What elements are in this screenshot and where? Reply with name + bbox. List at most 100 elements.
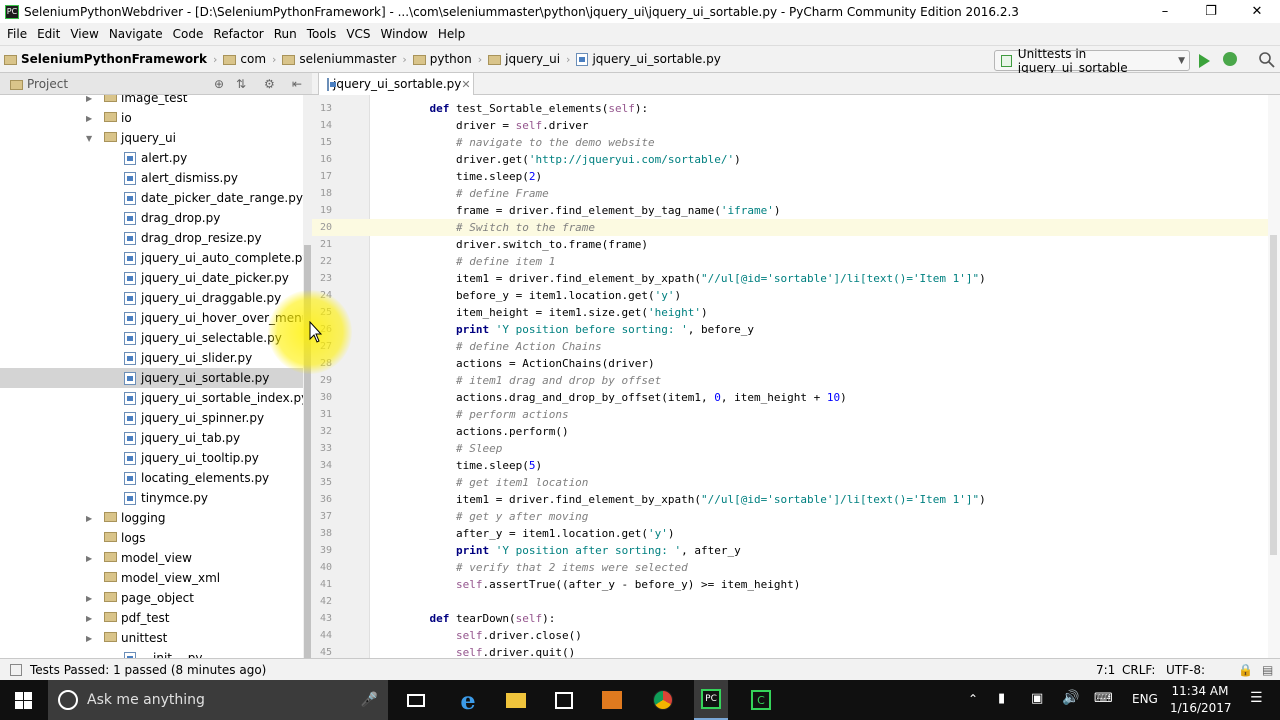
collapse-arrow-icon[interactable]: ▶ bbox=[86, 634, 92, 643]
tree-file[interactable]: locating_elements.py bbox=[0, 468, 303, 488]
menu-view[interactable]: View bbox=[65, 27, 103, 41]
tree-folder[interactable]: ▶ pdf_test bbox=[0, 608, 303, 628]
breadcrumb-item[interactable]: python bbox=[409, 52, 476, 66]
code-line[interactable]: 21 driver.switch_to.frame(frame) bbox=[312, 236, 1268, 253]
code-line[interactable]: 26 print 'Y position before sorting: ', … bbox=[312, 321, 1268, 338]
code-line[interactable]: 28 actions = ActionChains(driver) bbox=[312, 355, 1268, 372]
menu-vcs[interactable]: VCS bbox=[341, 27, 375, 41]
tree-file[interactable]: __init__.py bbox=[0, 648, 303, 658]
tool-windows-icon[interactable] bbox=[10, 663, 22, 676]
code-line[interactable]: 24 before_y = item1.location.get('y') bbox=[312, 287, 1268, 304]
camtasia-icon[interactable]: C bbox=[744, 680, 778, 720]
code-line[interactable]: 41 self.assertTrue((after_y - before_y) … bbox=[312, 576, 1268, 593]
tree-folder[interactable]: ▼ jquery_ui bbox=[0, 128, 303, 148]
breadcrumb-item[interactable]: jquery_ui_sortable.py bbox=[572, 52, 724, 66]
volume-icon[interactable]: 🔊 bbox=[1062, 690, 1079, 706]
tree-file[interactable]: alert.py bbox=[0, 148, 303, 168]
code-line[interactable]: 27 # define Action Chains bbox=[312, 338, 1268, 355]
tree-file[interactable]: jquery_ui_sortable_index.py bbox=[0, 388, 303, 408]
code-line[interactable]: 15 # navigate to the demo website bbox=[312, 134, 1268, 151]
code-line[interactable]: 36 item1 = driver.find_element_by_xpath(… bbox=[312, 491, 1268, 508]
action-center-icon[interactable]: ☰ bbox=[1250, 690, 1263, 706]
keyboard-icon[interactable]: ⌨ bbox=[1094, 691, 1113, 706]
project-view-selector[interactable]: Project bbox=[10, 77, 68, 91]
code-line[interactable]: 38 after_y = item1.location.get('y') bbox=[312, 525, 1268, 542]
pycharm-taskbar-icon[interactable]: PC bbox=[694, 680, 728, 720]
collapse-arrow-icon[interactable]: ▶ bbox=[86, 614, 92, 623]
file-encoding[interactable]: UTF-8: bbox=[1166, 663, 1205, 677]
menu-window[interactable]: Window bbox=[376, 27, 433, 41]
gear-icon[interactable]: ⚙ bbox=[264, 77, 275, 91]
edge-icon[interactable]: e bbox=[452, 680, 484, 720]
sync-icon[interactable]: ⊕ bbox=[214, 77, 224, 91]
run-configuration-select[interactable]: Unittests in jquery_ui_sortable ▼ bbox=[994, 47, 1190, 75]
lock-icon[interactable]: 🔒 bbox=[1238, 663, 1253, 677]
windows-start-icon[interactable] bbox=[15, 692, 32, 709]
code-line[interactable]: 23 item1 = driver.find_element_by_xpath(… bbox=[312, 270, 1268, 287]
code-line[interactable]: 35 # get item1 location bbox=[312, 474, 1268, 491]
editor-scrollbar[interactable] bbox=[1268, 95, 1280, 658]
code-line[interactable]: 33 # Sleep bbox=[312, 440, 1268, 457]
event-log-icon[interactable]: ▤ bbox=[1262, 663, 1273, 677]
tree-file[interactable]: jquery_ui_hover_over_menu.py bbox=[0, 308, 303, 328]
debug-icon[interactable] bbox=[1223, 52, 1237, 66]
collapse-arrow-icon[interactable]: ▶ bbox=[86, 594, 92, 603]
code-line[interactable]: 14 driver = self.driver bbox=[312, 117, 1268, 134]
tree-folder[interactable]: model_view_xml bbox=[0, 568, 303, 588]
line-separator[interactable]: CRLF: bbox=[1122, 663, 1155, 677]
tree-file[interactable]: drag_drop_resize.py bbox=[0, 228, 303, 248]
collapse-arrow-icon[interactable]: ▶ bbox=[86, 95, 92, 103]
hide-panel-icon[interactable]: ⇤ bbox=[292, 77, 302, 91]
tree-file[interactable]: jquery_ui_tab.py bbox=[0, 428, 303, 448]
menu-edit[interactable]: Edit bbox=[32, 27, 65, 41]
restore-button[interactable]: ❐ bbox=[1188, 0, 1234, 23]
menu-tools[interactable]: Tools bbox=[302, 27, 342, 41]
code-line[interactable]: 31 # perform actions bbox=[312, 406, 1268, 423]
file-explorer-icon[interactable] bbox=[500, 680, 532, 720]
tree-file[interactable]: jquery_ui_draggable.py bbox=[0, 288, 303, 308]
code-line[interactable]: 40 # verify that 2 items were selected bbox=[312, 559, 1268, 576]
code-line[interactable]: 22 # define item 1 bbox=[312, 253, 1268, 270]
code-line[interactable]: 16 driver.get('http://jqueryui.com/sorta… bbox=[312, 151, 1268, 168]
breadcrumb-item[interactable]: jquery_ui bbox=[484, 52, 564, 66]
tree-file[interactable]: alert_dismiss.py bbox=[0, 168, 303, 188]
menu-code[interactable]: Code bbox=[168, 27, 209, 41]
expand-arrow-icon[interactable]: ▼ bbox=[86, 134, 92, 143]
breadcrumb-item[interactable]: seleniummaster bbox=[278, 52, 400, 66]
code-line[interactable]: 45 self.driver.quit() bbox=[312, 644, 1268, 658]
tab-jquery-ui-sortable[interactable]: jquery_ui_sortable.py ✕ bbox=[318, 73, 474, 95]
code-line[interactable]: 29 # item1 drag and drop by offset bbox=[312, 372, 1268, 389]
close-tab-icon[interactable]: ✕ bbox=[461, 78, 470, 91]
media-player-icon[interactable] bbox=[596, 680, 628, 720]
tree-folder[interactable]: ▶ io bbox=[0, 108, 303, 128]
breadcrumb-item[interactable]: com bbox=[219, 52, 270, 66]
microphone-icon[interactable]: 🎤 bbox=[361, 692, 378, 708]
code-line[interactable]: 20 # Switch to the frame bbox=[312, 219, 1268, 236]
menu-file[interactable]: File bbox=[2, 27, 32, 41]
tree-file[interactable]: jquery_ui_spinner.py bbox=[0, 408, 303, 428]
task-view-icon[interactable] bbox=[400, 680, 432, 720]
tree-file[interactable]: jquery_ui_tooltip.py bbox=[0, 448, 303, 468]
close-button[interactable]: ✕ bbox=[1234, 0, 1280, 23]
collapse-arrow-icon[interactable]: ▶ bbox=[86, 114, 92, 123]
tree-file[interactable]: drag_drop.py bbox=[0, 208, 303, 228]
chrome-icon[interactable] bbox=[646, 680, 680, 720]
tree-folder[interactable]: ▶ image_test bbox=[0, 95, 303, 108]
code-line[interactable]: 17 time.sleep(2) bbox=[312, 168, 1268, 185]
code-line[interactable]: 18 # define Frame bbox=[312, 185, 1268, 202]
minimize-button[interactable]: – bbox=[1142, 0, 1188, 23]
code-line[interactable]: 19 frame = driver.find_element_by_tag_na… bbox=[312, 202, 1268, 219]
code-line[interactable]: 13 def test_Sortable_elements(self): bbox=[312, 100, 1268, 117]
code-line[interactable]: 39 print 'Y position after sorting: ', a… bbox=[312, 542, 1268, 559]
editor-scrollbar-thumb[interactable] bbox=[1270, 235, 1277, 555]
tree-file[interactable]: jquery_ui_auto_complete.py bbox=[0, 248, 303, 268]
tree-folder[interactable]: logs bbox=[0, 528, 303, 548]
tree-folder[interactable]: ▶ model_view bbox=[0, 548, 303, 568]
tree-file[interactable]: tinymce.py bbox=[0, 488, 303, 508]
show-hidden-icons[interactable]: ⌃ bbox=[968, 692, 978, 706]
tree-folder[interactable]: ▶ page_object bbox=[0, 588, 303, 608]
collapse-arrow-icon[interactable]: ▶ bbox=[86, 554, 92, 563]
code-line[interactable]: 42 bbox=[312, 593, 1268, 610]
breadcrumb-item[interactable]: SeleniumPythonFramework bbox=[0, 52, 211, 66]
tree-file[interactable]: jquery_ui_sortable.py bbox=[0, 368, 303, 388]
